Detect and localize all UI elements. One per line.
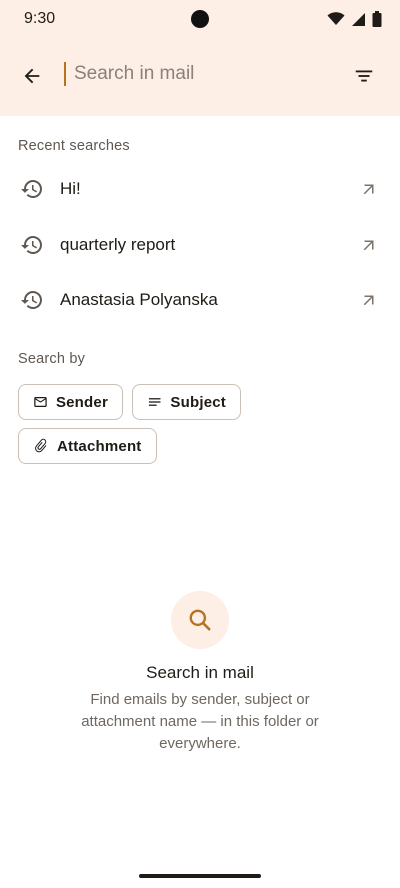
arrow-back-icon — [24, 68, 40, 84]
recent-search-item[interactable]: Anastasia Polyanska — [0, 272, 400, 328]
subject-lines-icon — [148, 398, 161, 406]
chip-attachment[interactable]: Attachment — [18, 428, 157, 464]
history-icon — [21, 236, 42, 254]
chip-label: Attachment — [57, 437, 142, 455]
wifi-icon — [327, 12, 345, 25]
status-bar: 9:30 — [0, 0, 400, 40]
search-header — [0, 40, 400, 116]
status-icons — [327, 11, 382, 27]
recent-searches-label: Recent searches — [18, 138, 130, 154]
chip-sender[interactable]: Sender — [18, 384, 123, 420]
empty-state-title: Search in mail — [146, 663, 254, 682]
paperclip-icon — [35, 438, 47, 453]
history-icon — [21, 180, 42, 198]
filter-button[interactable] — [346, 58, 382, 94]
battery-icon — [372, 11, 382, 27]
gesture-nav-handle[interactable] — [139, 874, 261, 878]
status-time: 9:30 — [24, 10, 56, 27]
search-input[interactable] — [74, 58, 324, 90]
camera-cutout — [191, 10, 209, 28]
recent-search-text: Anastasia Polyanska — [60, 290, 218, 309]
fill-query-arrow-icon[interactable] — [360, 180, 378, 198]
mail-icon — [34, 397, 47, 407]
search-by-label: Search by — [18, 351, 86, 367]
back-button[interactable] — [14, 58, 50, 94]
filter-icon — [355, 70, 373, 82]
fill-query-arrow-icon[interactable] — [360, 236, 378, 254]
empty-state-icon-circle — [171, 591, 229, 649]
cellular-signal-icon — [352, 12, 365, 26]
chip-label: Sender — [55, 393, 108, 411]
recent-search-item[interactable]: quarterly report — [0, 217, 400, 273]
text-cursor — [64, 62, 66, 86]
chip-label: Subject — [170, 393, 226, 411]
recent-search-item[interactable]: Hi! — [0, 161, 400, 217]
fill-query-arrow-icon[interactable] — [360, 291, 378, 309]
recent-search-text: Hi! — [60, 179, 81, 198]
empty-state-description: Find emails by sender, subject or attach… — [81, 691, 319, 752]
history-icon — [21, 291, 42, 309]
chip-subject[interactable]: Subject — [132, 384, 241, 420]
search-icon — [189, 609, 211, 631]
recent-search-text: quarterly report — [60, 235, 176, 254]
